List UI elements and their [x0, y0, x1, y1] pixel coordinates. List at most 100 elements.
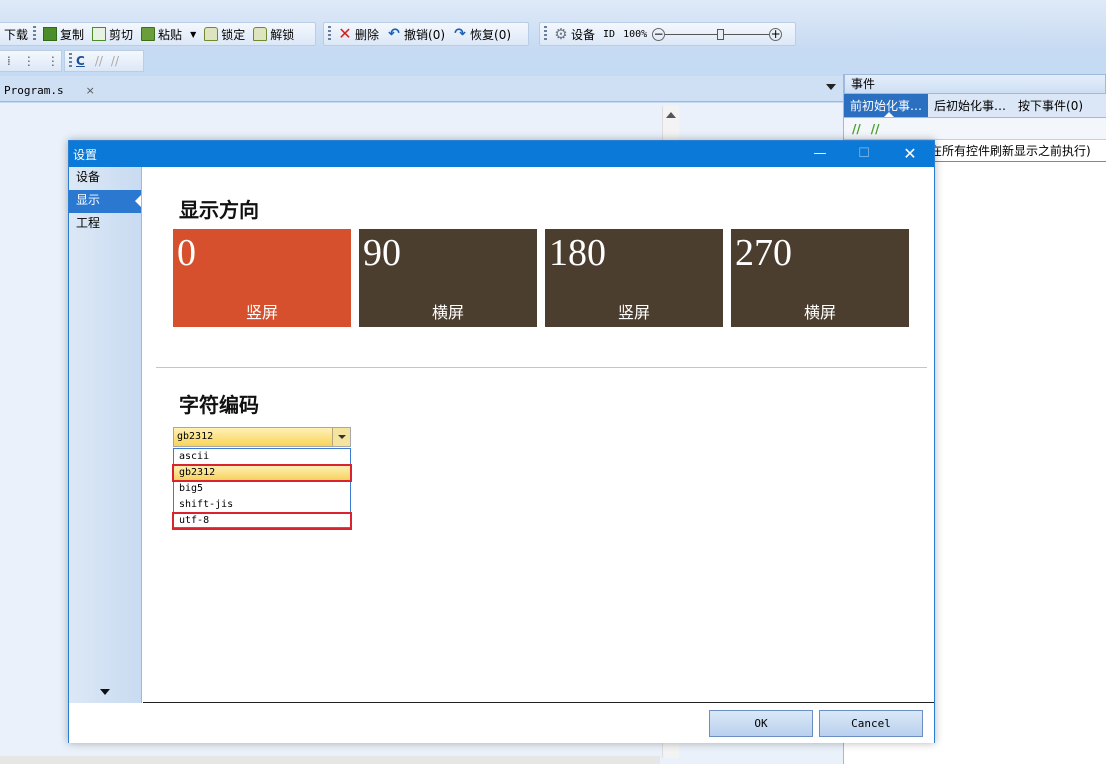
close-button[interactable]: ✕: [888, 141, 932, 167]
toolbar-grip[interactable]: [544, 26, 547, 42]
dialog-nav: 设备 显示 工程: [69, 167, 142, 703]
download-button[interactable]: 下载: [1, 24, 31, 44]
delete-label: 删除: [355, 27, 380, 42]
encoding-option-shift-jis[interactable]: shift-jis: [174, 497, 350, 513]
encoding-option-utf-8[interactable]: utf-8: [172, 512, 352, 530]
redo-button[interactable]: ↷ 恢复(0): [450, 24, 514, 44]
minimize-button[interactable]: —: [798, 141, 842, 167]
dialog-footer: OK Cancel: [69, 703, 934, 743]
redo-label: 恢复(0): [470, 27, 512, 42]
close-icon[interactable]: ×: [86, 84, 95, 97]
copy-label: 复制: [60, 27, 85, 42]
cut-label: 剪切: [109, 27, 134, 42]
lock-button[interactable]: 锁定: [201, 24, 248, 44]
tile-value: 90: [363, 232, 401, 274]
encoding-title: 字符编码: [179, 393, 259, 417]
encoding-dropdown-list: ascii gb2312 big5 shift-jis utf-8: [172, 448, 352, 530]
align-top-icon[interactable]: ⋮: [23, 54, 35, 68]
settings-label: 设备: [571, 27, 596, 42]
tile-value: 180: [549, 232, 606, 274]
tab-program[interactable]: Program.s ×: [0, 80, 95, 100]
tab-label: Program.s: [4, 83, 64, 97]
orientation-tile-180[interactable]: 180 竖屏: [545, 229, 723, 327]
toolbar-grip[interactable]: [69, 53, 72, 69]
lock-label: 锁定: [221, 27, 246, 42]
events-tabs: 前初始化事… 后初始化事… 按下事件(0): [844, 94, 1106, 118]
chevron-down-icon[interactable]: [100, 689, 110, 695]
unlock-button[interactable]: 解锁: [250, 24, 297, 44]
encoding-option-big5[interactable]: big5: [174, 481, 350, 497]
tab-press-event[interactable]: 按下事件(0): [1012, 94, 1089, 117]
cut-icon: [92, 27, 107, 41]
maximize-button[interactable]: ☐: [842, 141, 886, 167]
tab-pre-init-event[interactable]: 前初始化事…: [844, 94, 929, 117]
tile-label: 横屏: [431, 303, 464, 322]
unlock-label: 解锁: [270, 27, 295, 42]
undo-icon: ↶: [388, 26, 400, 42]
history-toolbar-group: ✕ 删除 ↶ 撤销(0) ↷ 恢复(0): [323, 22, 529, 46]
encoding-option-gb2312[interactable]: gb2312: [172, 464, 352, 482]
delete-button[interactable]: ✕ 删除: [335, 24, 382, 44]
dialog-title: 设置: [73, 147, 98, 162]
comment-icon[interactable]: //: [852, 122, 861, 136]
paste-dropdown-icon[interactable]: ▼: [190, 30, 196, 39]
zoom-level: 100%: [623, 28, 648, 40]
toolbar-grip[interactable]: [33, 26, 37, 42]
orientation-tile-270[interactable]: 270 横屏: [731, 229, 909, 327]
zoom-slider[interactable]: [665, 28, 770, 41]
tile-label: 竖屏: [245, 303, 278, 322]
paste-icon: [141, 27, 156, 41]
align-toolbar-group: ⁞ ⋮ ⋮: [0, 50, 62, 72]
orientation-tile-0[interactable]: 0 竖屏: [173, 229, 351, 327]
orientation-tile-90[interactable]: 90 横屏: [359, 229, 537, 327]
orientation-title: 显示方向: [179, 198, 259, 222]
tile-label: 竖屏: [617, 303, 650, 322]
dialog-title-bar[interactable]: 设置 — ☐ ✕: [69, 141, 934, 167]
nav-item-project[interactable]: 工程: [69, 213, 141, 236]
cut-button[interactable]: 剪切: [89, 24, 136, 44]
copy-button[interactable]: 复制: [40, 24, 87, 44]
encoding-select[interactable]: gb2312: [173, 427, 351, 447]
ok-button[interactable]: OK: [709, 710, 813, 737]
undo-label: 撤销(0): [404, 27, 446, 42]
tab-post-init-event[interactable]: 后初始化事…: [928, 94, 1012, 117]
zoom-slider-thumb[interactable]: [717, 28, 725, 40]
uncomment-icon[interactable]: //: [871, 122, 880, 136]
nav-item-device[interactable]: 设备: [69, 167, 141, 190]
chevron-down-icon[interactable]: [826, 84, 836, 90]
section-divider: [156, 367, 927, 368]
align-bottom-icon[interactable]: ⋮: [47, 54, 59, 68]
gear-icon: ⚙: [554, 25, 568, 43]
chevron-down-icon[interactable]: [332, 428, 350, 446]
undo-button[interactable]: ↶ 撤销(0): [384, 24, 448, 44]
settings-dialog: 设置 — ☐ ✕ 设备 显示 工程 显示方向 0 竖屏 90 横屏 180 竖屏…: [68, 140, 935, 743]
paste-button[interactable]: 粘贴 ▼: [138, 24, 199, 44]
edit-toolbar-group: 下载 复制 剪切 粘贴 ▼ 锁定 解锁: [0, 22, 316, 46]
align-left-icon[interactable]: ⁞: [7, 54, 11, 68]
encoding-option-ascii[interactable]: ascii: [174, 449, 350, 465]
code-toolbar-group: C // //: [64, 50, 144, 72]
paste-label: 粘贴: [158, 27, 183, 42]
tile-label: 横屏: [803, 303, 836, 322]
toolbar-grip[interactable]: [328, 26, 331, 42]
comment-icon[interactable]: //: [95, 54, 103, 68]
uncomment-icon[interactable]: //: [111, 54, 119, 68]
settings-button[interactable]: ⚙ 设备: [551, 24, 598, 44]
tile-value: 0: [177, 232, 196, 274]
cancel-button[interactable]: Cancel: [819, 710, 923, 737]
redo-icon: ↷: [454, 26, 466, 42]
main-toolbar: 下载 复制 剪切 粘贴 ▼ 锁定 解锁 ✕ 删除 ↶ 撤销(0) ↷ 恢复(0) ⚙ 设备…: [0, 0, 1106, 50]
zoom-in-icon[interactable]: +: [769, 27, 783, 41]
delete-icon: ✕: [338, 24, 352, 43]
zoom-out-icon[interactable]: −: [652, 27, 666, 41]
id-button[interactable]: ID: [600, 24, 618, 44]
editor-hscrollbar[interactable]: [0, 756, 660, 764]
encoding-selected-value: gb2312: [177, 431, 214, 442]
scroll-up-icon[interactable]: [666, 112, 676, 118]
lock-icon: [204, 27, 219, 41]
dialog-content: 显示方向 0 竖屏 90 横屏 180 竖屏 270 横屏 字符编码 gb231…: [143, 167, 934, 703]
c-code-button[interactable]: C: [76, 54, 85, 68]
nav-item-display[interactable]: 显示: [69, 190, 141, 213]
unlock-icon: [253, 27, 268, 41]
events-panel-title: 事件: [844, 74, 1106, 94]
